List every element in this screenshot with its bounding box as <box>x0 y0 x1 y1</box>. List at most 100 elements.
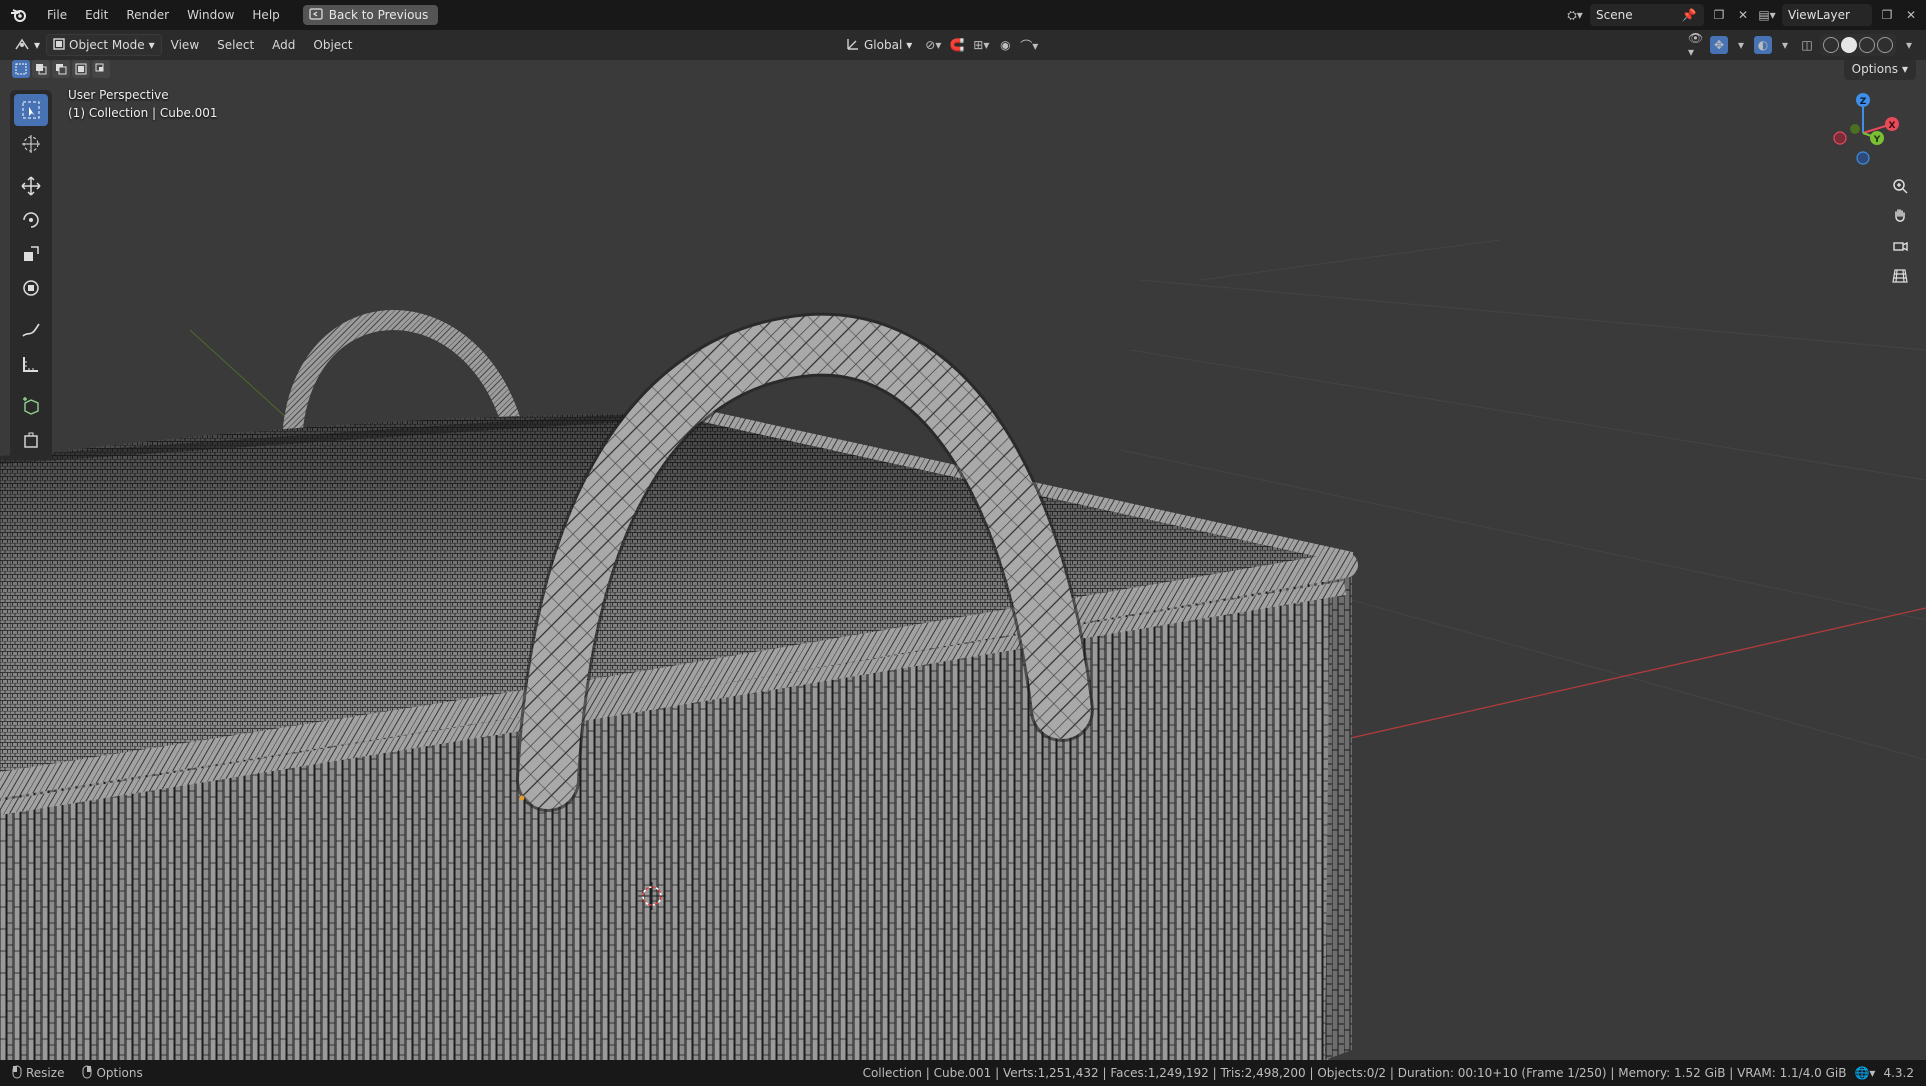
menu-render[interactable]: Render <box>117 0 178 30</box>
wireframe-shading-icon[interactable] <box>1823 37 1839 53</box>
rendered-shading-icon[interactable] <box>1877 37 1893 53</box>
pivot-point-icon[interactable]: ⊘▾ <box>924 36 942 54</box>
xray-toggle-icon[interactable]: ◫ <box>1798 36 1816 54</box>
scene-selector-icon[interactable]: ⛭▾ <box>1566 6 1584 24</box>
menu-add[interactable]: Add <box>263 38 304 52</box>
scene-field[interactable]: Scene 📌 <box>1590 4 1704 26</box>
overlay-toggle-icon[interactable]: ◐ <box>1754 36 1772 54</box>
menu-select[interactable]: Select <box>208 38 263 52</box>
navigation-gizmo[interactable]: Z X Y <box>1818 88 1908 178</box>
new-view-layer-icon[interactable]: ❐ <box>1878 6 1896 24</box>
select-subtract-icon[interactable] <box>52 60 70 78</box>
snap-toggle-icon[interactable]: 🧲 <box>948 36 966 54</box>
viewport-header: ▾ Object Mode ▾ View Select Add Object G… <box>0 30 1926 60</box>
mouse-right-icon <box>82 1065 92 1082</box>
menu-edit[interactable]: Edit <box>76 0 117 30</box>
top-menu-bar: File Edit Render Window Help Back to Pre… <box>0 0 1926 30</box>
add-cube-tool-icon[interactable] <box>14 390 48 422</box>
delete-view-layer-icon[interactable]: ✕ <box>1902 6 1920 24</box>
new-scene-icon[interactable]: ❐ <box>1710 6 1728 24</box>
menu-help[interactable]: Help <box>243 0 288 30</box>
chevron-down-icon: ▾ <box>148 38 155 52</box>
select-box-tool-icon[interactable] <box>14 94 48 126</box>
pin-icon[interactable]: 📌 <box>1680 6 1698 24</box>
network-icon: 🌐▾ <box>1854 1066 1876 1080</box>
selection-mode-group <box>12 60 110 80</box>
chevron-down-icon: ▾ <box>34 38 41 52</box>
select-extend-icon[interactable] <box>32 60 50 78</box>
viewport-collection-label: (1) Collection | Cube.001 <box>68 106 218 120</box>
options-label: Options <box>1851 62 1898 76</box>
chevron-down-icon: ▾ <box>1901 62 1908 76</box>
options-dropdown[interactable]: Options ▾ <box>1843 60 1916 80</box>
cursor-tool-icon[interactable] <box>14 128 48 160</box>
overlay-dropdown-icon[interactable]: ▾ <box>1776 36 1794 54</box>
object-mode-icon <box>53 37 65 53</box>
status-bar: Resize Options Collection | Cube.001 | V… <box>0 1060 1926 1086</box>
status-resize-label: Resize <box>26 1066 65 1080</box>
tool-shelf <box>10 90 52 460</box>
select-new-icon[interactable] <box>12 60 30 78</box>
select-invert-icon[interactable] <box>72 60 90 78</box>
zoom-icon[interactable] <box>1886 172 1914 200</box>
snap-target-icon[interactable]: ⊞▾ <box>972 36 990 54</box>
y-axis-label: Y <box>1873 135 1881 145</box>
view-layer-selector-icon[interactable]: ▤▾ <box>1758 6 1776 24</box>
z-axis-label: Z <box>1860 97 1867 107</box>
chevron-down-icon: ▾ <box>906 38 913 52</box>
gizmo-toggle-icon[interactable]: ✥ <box>1710 36 1728 54</box>
scale-tool-icon[interactable] <box>14 238 48 270</box>
shading-mode-group <box>1820 34 1896 56</box>
visibility-selectability-icon[interactable]: 👁▾ <box>1688 31 1706 59</box>
rotate-tool-icon[interactable] <box>14 204 48 236</box>
menu-window[interactable]: Window <box>178 0 243 30</box>
solid-shading-icon[interactable] <box>1841 37 1857 53</box>
view-layer-field[interactable]: ViewLayer <box>1782 4 1872 26</box>
viewport-perspective-label: User Perspective <box>68 88 169 102</box>
neg-z-axis-handle[interactable] <box>1856 151 1870 165</box>
menu-view[interactable]: View <box>162 38 208 52</box>
add-object-tool-icon[interactable] <box>14 424 48 456</box>
transform-tool-icon[interactable] <box>14 272 48 304</box>
x-axis-line <box>1341 607 1926 741</box>
annotate-tool-icon[interactable] <box>14 314 48 346</box>
perspective-toggle-icon[interactable] <box>1886 262 1914 290</box>
select-intersect-icon[interactable] <box>92 60 110 78</box>
proportional-edit-icon[interactable]: ◉ <box>996 36 1014 54</box>
editor-type-icon <box>14 37 30 54</box>
3d-viewport[interactable]: User Perspective (1) Collection | Cube.0… <box>0 60 1926 1060</box>
pan-hand-icon[interactable] <box>1886 202 1914 230</box>
back-icon <box>309 7 323 23</box>
neg-x-axis-handle[interactable] <box>1833 131 1847 145</box>
menu-object[interactable]: Object <box>304 38 361 52</box>
status-options-label: Options <box>96 1066 143 1080</box>
menu-file[interactable]: File <box>38 0 76 30</box>
scene-statistics: Collection | Cube.001 | Verts:1,251,432 … <box>862 1066 1847 1080</box>
falloff-icon[interactable]: ⌒▾ <box>1020 36 1038 54</box>
back-to-previous-label: Back to Previous <box>328 8 429 22</box>
x-axis-label: X <box>1889 121 1896 131</box>
delete-scene-icon[interactable]: ✕ <box>1734 6 1752 24</box>
measure-tool-icon[interactable] <box>14 348 48 380</box>
shading-dropdown-icon[interactable]: ▾ <box>1900 36 1918 54</box>
mode-label: Object Mode <box>69 38 145 52</box>
neg-y-axis-handle[interactable] <box>1850 124 1860 134</box>
orientation-icon <box>846 37 860 54</box>
object-origin-dot <box>519 795 525 801</box>
mouse-left-icon <box>12 1065 22 1082</box>
blender-version: 4.3.2 <box>1883 1066 1914 1080</box>
orientation-label: Global <box>864 38 903 52</box>
mode-dropdown[interactable]: Object Mode ▾ <box>46 34 162 56</box>
blender-logo-icon[interactable] <box>0 0 38 30</box>
gizmo-dropdown-icon[interactable]: ▾ <box>1732 36 1750 54</box>
editor-type-button[interactable]: ▾ <box>8 34 46 56</box>
transform-orientation-dropdown[interactable]: Global ▾ <box>840 34 918 56</box>
move-tool-icon[interactable] <box>14 170 48 202</box>
back-to-previous-button[interactable]: Back to Previous <box>302 5 439 25</box>
material-preview-shading-icon[interactable] <box>1859 37 1875 53</box>
y-axis-line <box>189 329 301 431</box>
camera-view-icon[interactable] <box>1886 232 1914 260</box>
scene-name: Scene <box>1596 8 1633 22</box>
viewport-scene <box>0 239 1926 1060</box>
view-layer-name: ViewLayer <box>1788 8 1850 22</box>
